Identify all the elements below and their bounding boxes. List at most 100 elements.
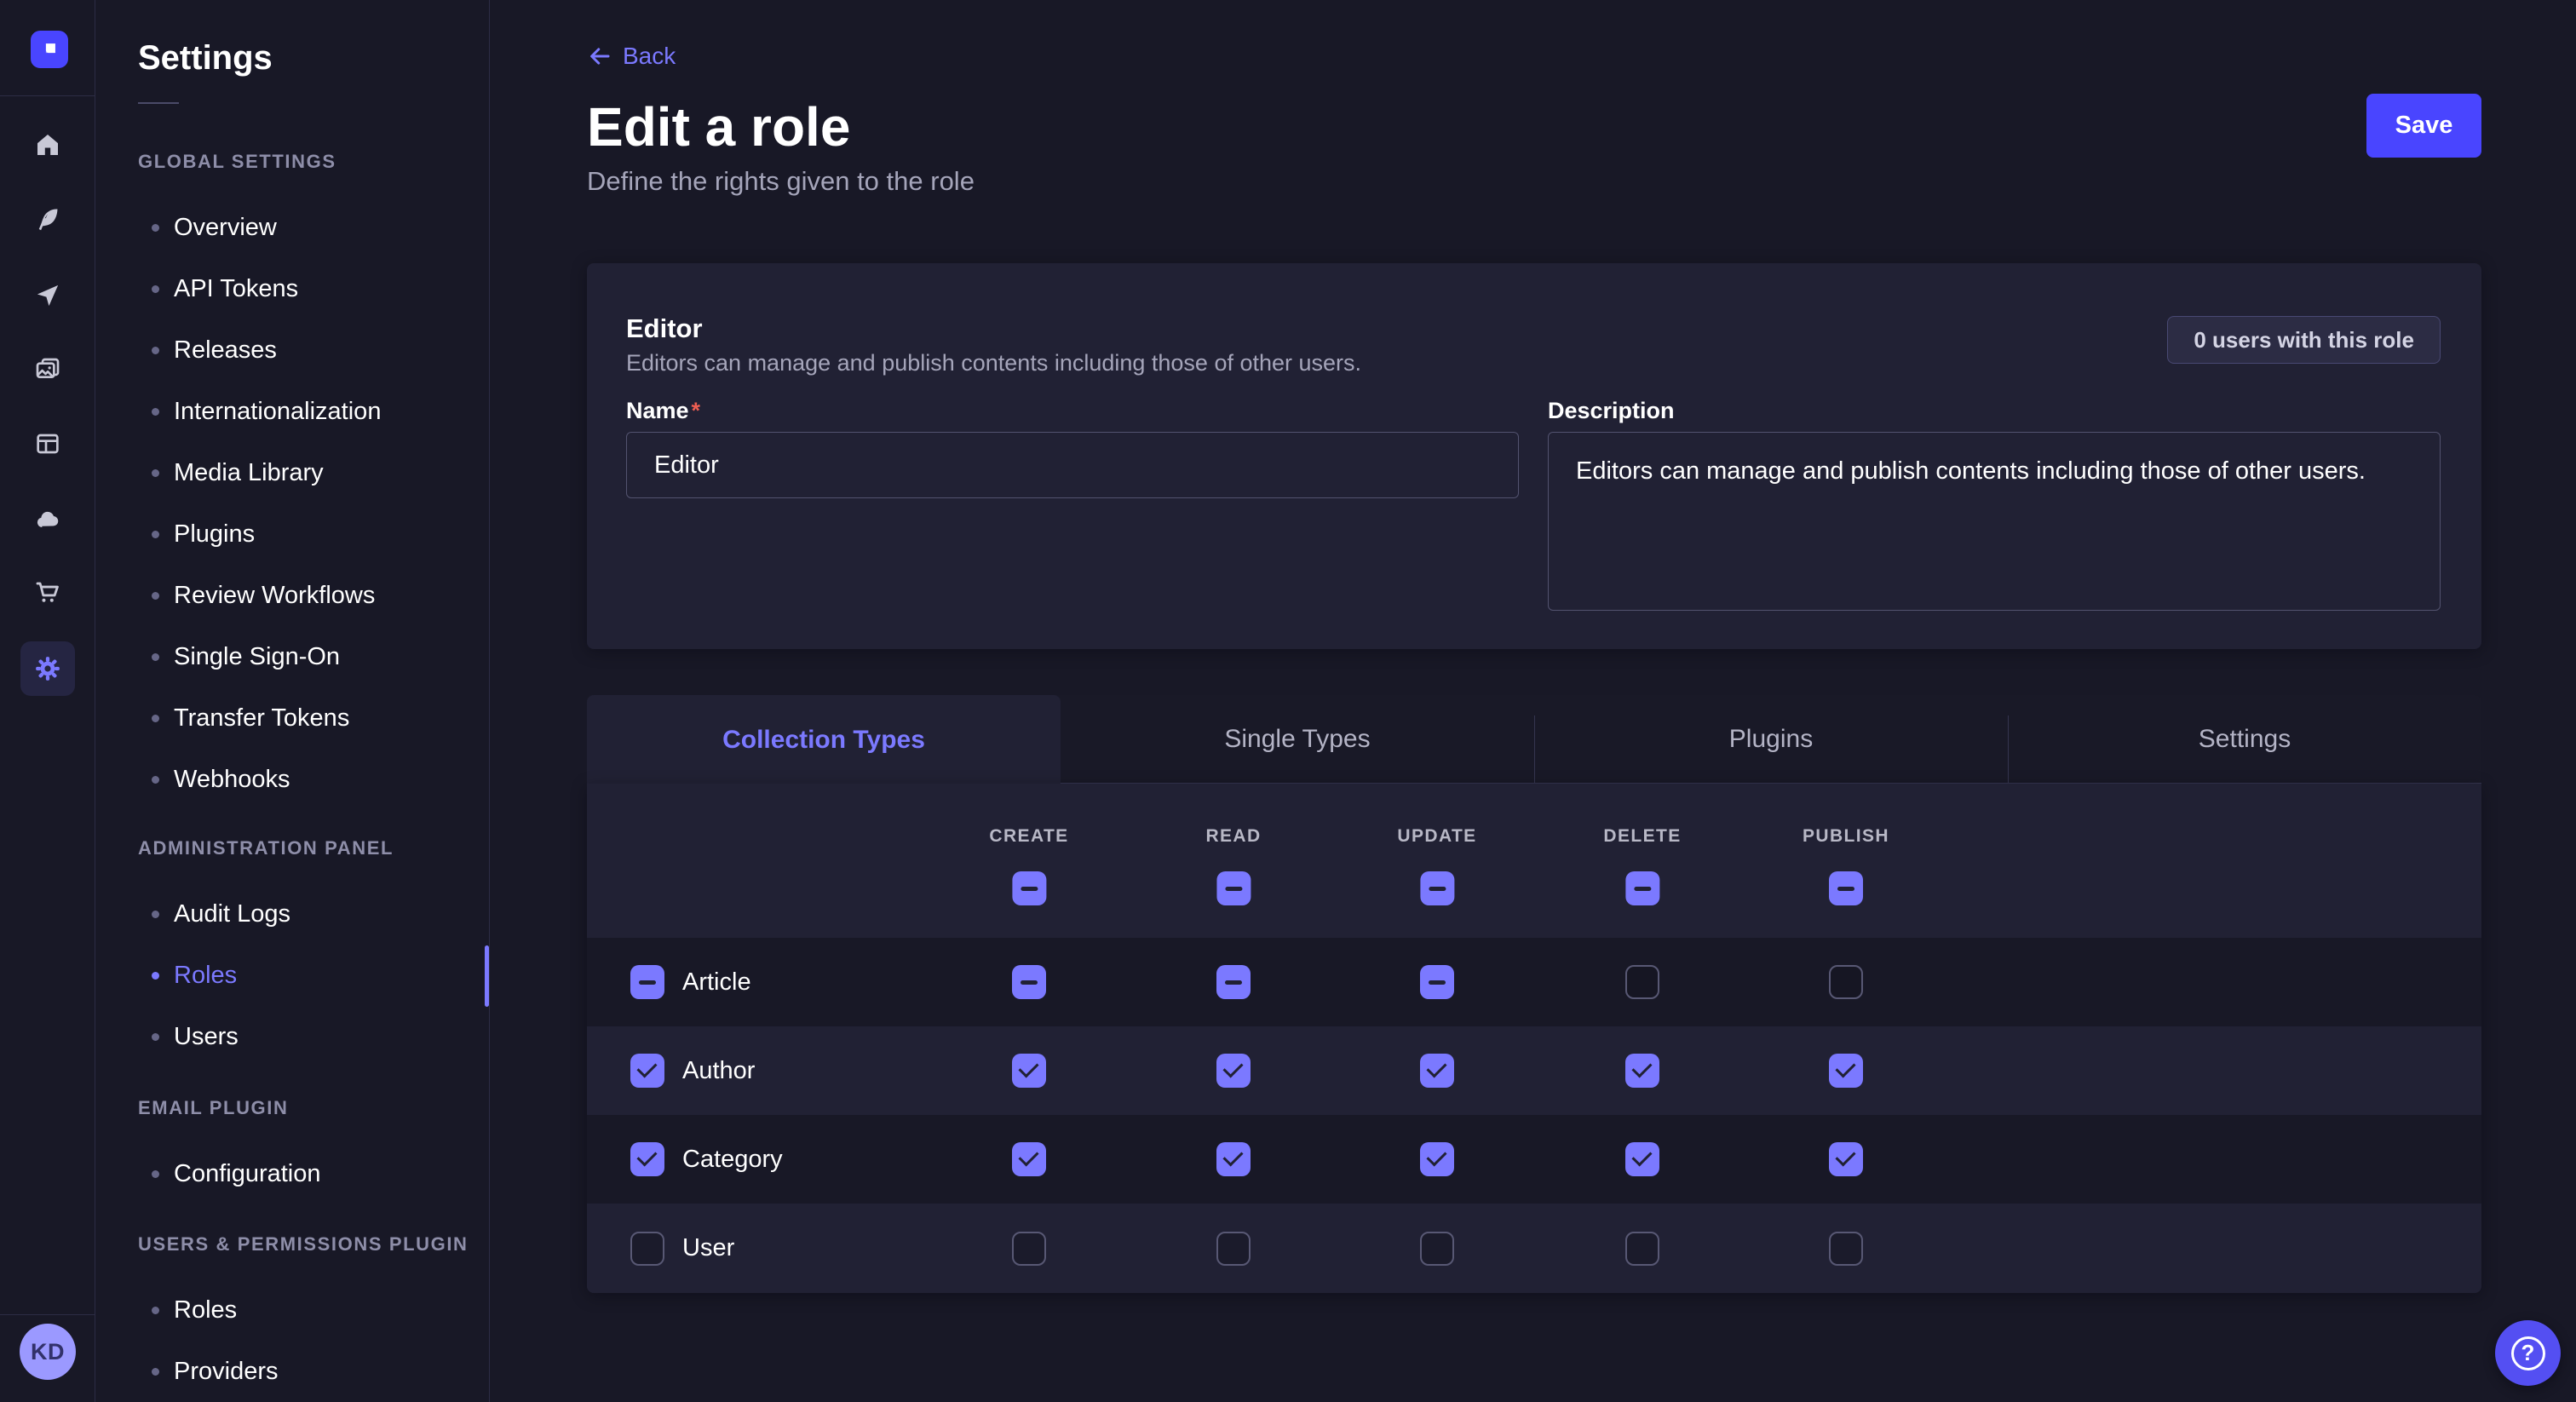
cell — [1012, 1232, 1046, 1266]
layout-icon[interactable] — [20, 417, 75, 471]
category-publish-checkbox[interactable] — [1829, 1142, 1863, 1176]
cell — [1625, 1232, 1659, 1266]
sidebar-item-audit-logs[interactable]: Audit Logs — [95, 883, 489, 945]
sidebar-item-label: Webhooks — [174, 766, 290, 794]
help-button[interactable]: ? — [2495, 1320, 2561, 1386]
paper-plane-icon[interactable] — [20, 268, 75, 323]
author-delete-checkbox[interactable] — [1625, 1054, 1659, 1088]
section-header: GLOBAL SETTINGS — [138, 152, 489, 171]
column-publish: PUBLISH — [1803, 784, 1889, 905]
article-publish-checkbox[interactable] — [1829, 965, 1863, 999]
row-label: User — [682, 1234, 734, 1262]
role-name-heading: Editor — [626, 313, 703, 344]
feather-pen-icon[interactable] — [20, 192, 75, 246]
category-create-checkbox[interactable] — [1012, 1142, 1046, 1176]
row-lead: Category — [630, 1142, 783, 1176]
sidebar-item-users[interactable]: Users — [95, 1006, 489, 1067]
cell — [1829, 1232, 1863, 1266]
article-read-checkbox[interactable] — [1216, 965, 1251, 999]
select-all-update-checkbox[interactable] — [1420, 871, 1454, 905]
tab-plugins[interactable]: Plugins — [1534, 695, 2008, 783]
author-read-checkbox[interactable] — [1216, 1054, 1251, 1088]
select-all-delete-checkbox[interactable] — [1625, 871, 1659, 905]
description-textarea[interactable]: Editors can manage and publish contents … — [1548, 432, 2441, 611]
home-icon[interactable] — [20, 118, 75, 172]
row-author-checkbox[interactable] — [630, 1054, 664, 1088]
sidebar-item-overview[interactable]: Overview — [95, 197, 489, 258]
bullet-icon — [152, 285, 159, 293]
sidebar-item-label: Transfer Tokens — [174, 704, 349, 733]
subnav-section: GLOBAL SETTINGS OverviewAPI TokensRelease… — [95, 152, 489, 810]
tab-settings[interactable]: Settings — [2008, 695, 2481, 783]
users-with-role-badge[interactable]: 0 users with this role — [2167, 316, 2441, 364]
select-all-create-checkbox[interactable] — [1012, 871, 1046, 905]
article-delete-checkbox[interactable] — [1625, 965, 1659, 999]
user-read-checkbox[interactable] — [1216, 1232, 1251, 1266]
user-publish-checkbox[interactable] — [1829, 1232, 1863, 1266]
permissions-panel: CREATEREADUPDATEDELETEPUBLISH ArticleAut… — [587, 784, 2481, 1293]
sidebar-item-media-library[interactable]: Media Library — [95, 442, 489, 503]
tab-collection-types[interactable]: Collection Types — [587, 695, 1061, 784]
cell — [1420, 1142, 1454, 1176]
bullet-icon — [152, 653, 159, 661]
category-update-checkbox[interactable] — [1420, 1142, 1454, 1176]
select-all-read-checkbox[interactable] — [1216, 871, 1251, 905]
user-avatar[interactable]: KD — [20, 1324, 76, 1380]
row-label: Category — [682, 1146, 783, 1174]
cell — [1216, 965, 1251, 999]
row-article-checkbox[interactable] — [630, 965, 664, 999]
row-category-checkbox[interactable] — [630, 1142, 664, 1176]
select-all-publish-checkbox[interactable] — [1829, 871, 1863, 905]
cart-icon[interactable] — [20, 566, 75, 620]
author-update-checkbox[interactable] — [1420, 1054, 1454, 1088]
column-label: PUBLISH — [1803, 826, 1889, 846]
settings-gear-icon[interactable] — [20, 641, 75, 696]
sidebar-item-single-sign-on[interactable]: Single Sign-On — [95, 626, 489, 687]
sidebar-item-configuration[interactable]: Configuration — [95, 1143, 489, 1204]
bullet-icon — [152, 1307, 159, 1314]
cell — [1829, 1054, 1863, 1088]
cloud-icon[interactable] — [20, 492, 75, 547]
back-label: Back — [623, 43, 676, 70]
sidebar-item-webhooks[interactable]: Webhooks — [95, 749, 489, 810]
cell — [1420, 1054, 1454, 1088]
cell — [1829, 965, 1863, 999]
sidebar-item-roles[interactable]: Roles — [95, 1279, 489, 1341]
article-create-checkbox[interactable] — [1012, 965, 1046, 999]
user-delete-checkbox[interactable] — [1625, 1232, 1659, 1266]
sidebar-item-roles[interactable]: Roles — [95, 945, 489, 1006]
user-update-checkbox[interactable] — [1420, 1232, 1454, 1266]
sidebar-item-plugins[interactable]: Plugins — [95, 503, 489, 565]
name-input[interactable] — [626, 432, 1519, 498]
cell — [1625, 1054, 1659, 1088]
sidebar-item-review-workflows[interactable]: Review Workflows — [95, 565, 489, 626]
sidebar-item-api-tokens[interactable]: API Tokens — [95, 258, 489, 319]
sidebar-item-internationalization[interactable]: Internationalization — [95, 381, 489, 442]
sidebar-item-label: Review Workflows — [174, 582, 375, 610]
subnav-section: USERS & PERMISSIONS PLUGINRolesProviders — [95, 1234, 489, 1402]
permissions-tabbar: Collection TypesSingle TypesPluginsSetti… — [587, 695, 2481, 784]
author-create-checkbox[interactable] — [1012, 1054, 1046, 1088]
main-nav-rail: KD — [0, 0, 95, 1402]
sidebar-item-releases[interactable]: Releases — [95, 319, 489, 381]
column-read: READ — [1205, 784, 1261, 905]
row-user-checkbox[interactable] — [630, 1232, 664, 1266]
article-update-checkbox[interactable] — [1420, 965, 1454, 999]
sidebar-item-transfer-tokens[interactable]: Transfer Tokens — [95, 687, 489, 749]
back-link[interactable]: Back — [587, 43, 676, 70]
strapi-logo-icon[interactable] — [31, 31, 68, 68]
column-label: DELETE — [1603, 826, 1681, 846]
user-create-checkbox[interactable] — [1012, 1232, 1046, 1266]
category-delete-checkbox[interactable] — [1625, 1142, 1659, 1176]
tab-single-types[interactable]: Single Types — [1061, 695, 1534, 783]
author-publish-checkbox[interactable] — [1829, 1054, 1863, 1088]
category-read-checkbox[interactable] — [1216, 1142, 1251, 1176]
rail-divider-top — [0, 95, 95, 96]
media-pictures-icon[interactable] — [20, 342, 75, 397]
column-label: UPDATE — [1397, 826, 1476, 846]
cell — [1012, 1142, 1046, 1176]
required-asterisk: * — [692, 398, 701, 423]
save-button[interactable]: Save — [2366, 94, 2481, 158]
cell — [1012, 965, 1046, 999]
sidebar-item-providers[interactable]: Providers — [95, 1341, 489, 1402]
